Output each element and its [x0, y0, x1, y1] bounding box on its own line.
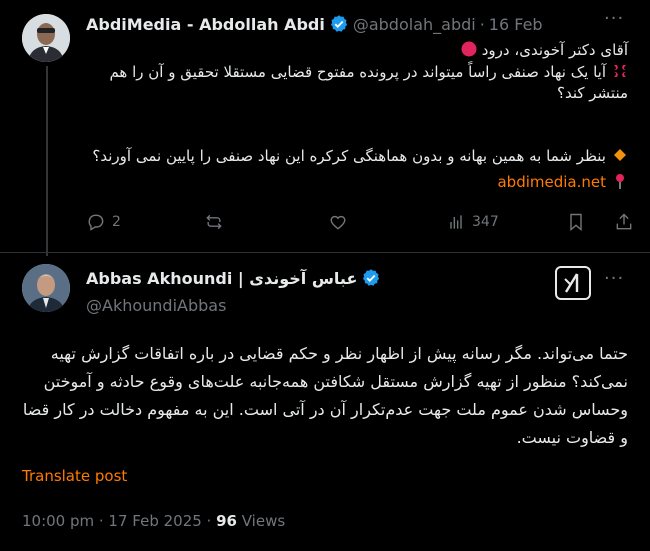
- user-handle[interactable]: @AkhoundiAbbas: [86, 296, 226, 315]
- post-line-link: abdimedia.net: [68, 172, 628, 193]
- avatar-abdimedia[interactable]: [22, 14, 70, 62]
- avatar-akhoundi[interactable]: [22, 264, 70, 312]
- views-count: 96: [216, 512, 237, 530]
- display-name[interactable]: AbdiMedia - Abdollah Abdi: [86, 15, 325, 34]
- reply-count: 2: [112, 214, 121, 230]
- post-divider: [0, 252, 650, 253]
- repost-icon: [206, 214, 222, 230]
- reply-icon: [88, 214, 104, 231]
- grok-logo-icon[interactable]: [555, 266, 591, 300]
- thread-line: [46, 66, 48, 256]
- verified-badge-icon: [329, 14, 349, 34]
- views-button[interactable]: 347: [446, 212, 499, 232]
- translate-post-link[interactable]: Translate post: [22, 467, 127, 485]
- separator-dot: ·: [479, 14, 485, 34]
- round-pushpin-icon: [616, 174, 624, 189]
- post-line-second-question: بنظر شما به همین بهانه و بدون هماهنگی کر…: [68, 146, 628, 167]
- heart-icon: [330, 215, 346, 230]
- reply-body: حتما می‌تواند. مگر رسانه پیش از اظهار نظ…: [22, 344, 628, 447]
- views-chart-icon: [450, 215, 462, 229]
- bookmark-icon: [570, 213, 582, 232]
- display-name[interactable]: Abbas Akhoundi | عباس آخوندی: [86, 269, 357, 288]
- post-actions-bar: 2 347: [86, 212, 632, 236]
- post-line-question: آیا یک نهاد صنفی راساً میتواند در پرونده…: [109, 63, 628, 102]
- share-icon: [616, 213, 632, 230]
- anger-symbol-icon: [614, 65, 626, 77]
- post-date[interactable]: 16 Feb: [489, 15, 543, 34]
- more-options-icon[interactable]: ···: [604, 268, 624, 289]
- share-button[interactable]: [614, 212, 634, 232]
- repost-button[interactable]: [204, 212, 230, 232]
- post-timestamp[interactable]: 10:00 pm · 17 Feb 2025 ·: [22, 512, 216, 530]
- like-button[interactable]: [328, 212, 354, 232]
- reply-button[interactable]: 2: [86, 212, 121, 232]
- second-post-header: Abbas Akhoundi | عباس آخوندی: [86, 268, 385, 288]
- view-count: 347: [472, 214, 499, 230]
- orange-diamond-icon: [614, 149, 626, 161]
- bookmark-button[interactable]: [566, 212, 586, 232]
- post-line-greeting: آقای دکتر آخوندی، درود: [68, 40, 628, 61]
- red-circle-icon: [461, 41, 477, 57]
- more-options-icon[interactable]: ···: [604, 8, 624, 29]
- views-label: Views: [236, 512, 286, 530]
- website-link[interactable]: abdimedia.net: [497, 173, 606, 191]
- verified-badge-icon: [361, 268, 381, 288]
- user-handle[interactable]: @abdolah_abdi: [353, 15, 476, 34]
- first-post-header: AbdiMedia - Abdollah Abdi @abdolah_abdi …: [86, 14, 543, 34]
- post-metadata: 10:00 pm · 17 Feb 2025 · 96 Views: [22, 512, 285, 530]
